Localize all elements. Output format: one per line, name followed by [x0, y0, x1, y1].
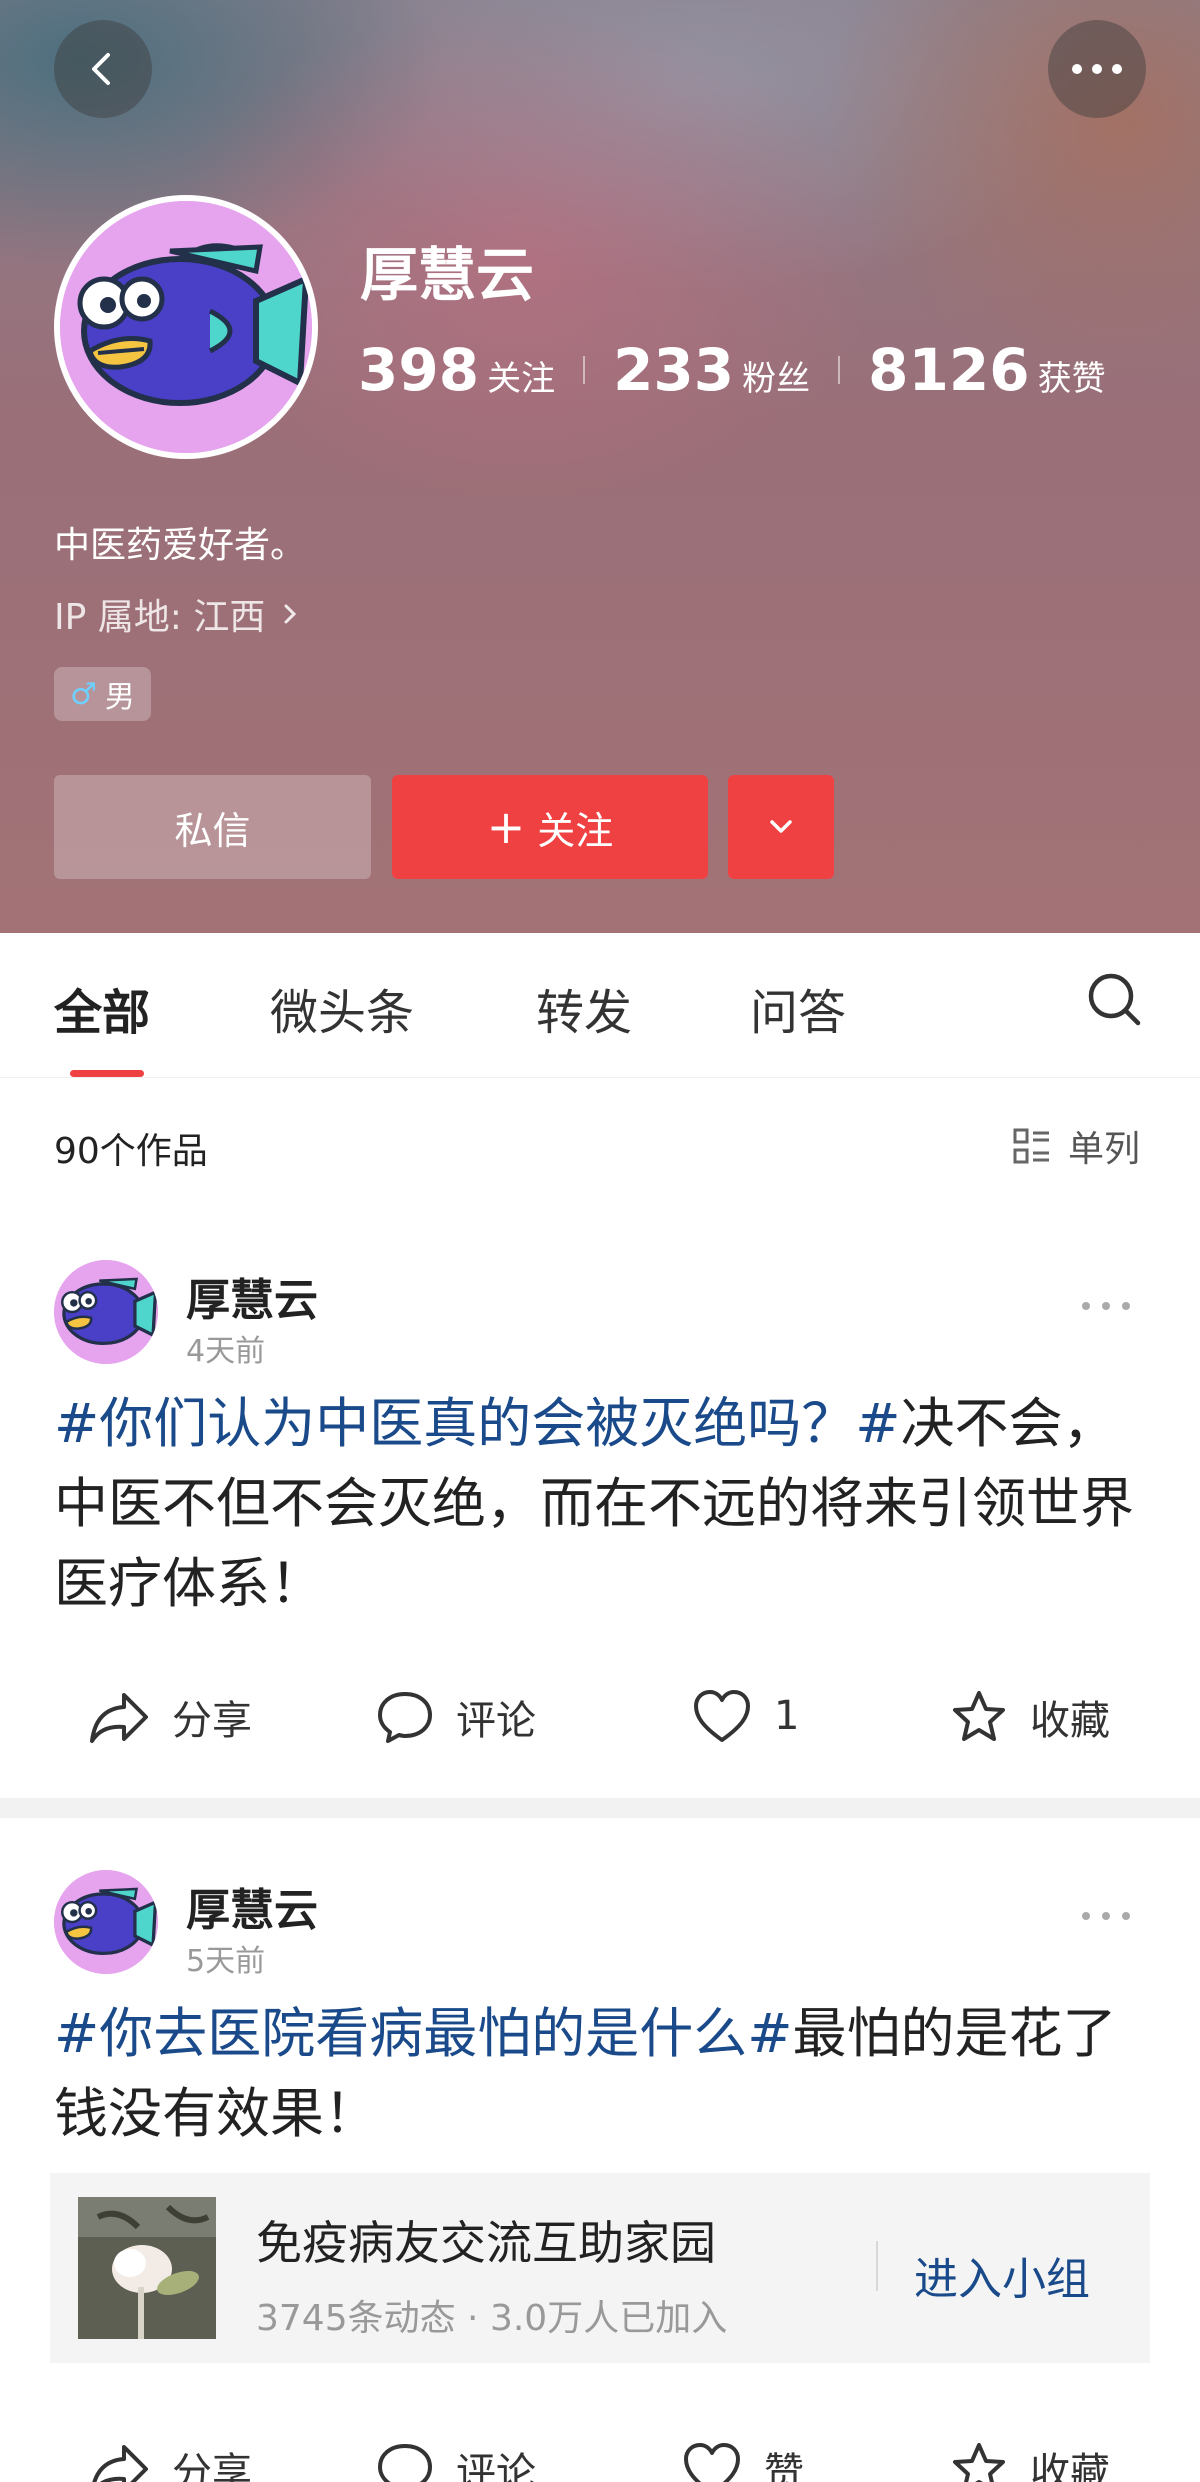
profile-header: 厚慧云 398 关注 233 粉丝 8126 获赞 中医药爱好者。 IP 属地:…	[0, 0, 1200, 933]
post-action-bar: 分享 评论 赞 收藏	[0, 2430, 1200, 2482]
fish-avatar-icon	[54, 1870, 158, 1974]
star-icon	[953, 1691, 1005, 1741]
post-author-name[interactable]: 厚慧云	[186, 1874, 318, 1938]
ip-location-text: IP 属地: 江西	[54, 597, 266, 638]
post-body[interactable]: #你去医院看病最怕的是什么#最怕的是花了钱没有效果！	[54, 1994, 1154, 2154]
comment-label: 评论	[456, 1698, 536, 1744]
post-more-button[interactable]	[1080, 1886, 1132, 1932]
share-arrow-icon	[90, 1693, 148, 1743]
post-more-button[interactable]	[1080, 1276, 1132, 1322]
more-button[interactable]	[1048, 20, 1146, 118]
ip-location[interactable]: IP 属地: 江西	[54, 588, 305, 640]
post-author-avatar[interactable]	[54, 1870, 158, 1974]
profile-stats: 398 关注 233 粉丝 8126 获赞	[358, 336, 1106, 404]
active-tab-indicator	[70, 1070, 144, 1077]
favorite-button[interactable]: 收藏	[950, 2440, 1110, 2482]
works-summary-row: 90个作品 单列	[0, 1078, 1200, 1208]
comment-label: 评论	[456, 2450, 536, 2482]
likes-count: 8126	[868, 336, 1030, 404]
post-action-bar: 分享 评论 1 收藏	[0, 1678, 1200, 1758]
heart-icon	[694, 1690, 750, 1742]
profile-avatar[interactable]	[54, 195, 318, 459]
gender-tag: ♂ 男	[54, 667, 151, 721]
share-label: 分享	[172, 1698, 252, 1744]
star-icon	[953, 2443, 1005, 2482]
message-button[interactable]: 私信	[54, 775, 371, 879]
chevron-down-icon	[770, 820, 792, 833]
tab-reposts[interactable]: 转发	[536, 973, 632, 1043]
search-icon	[1088, 973, 1141, 1026]
post-time: 4天前	[186, 1334, 266, 1369]
like-button[interactable]: 赞	[682, 2440, 804, 2482]
comment-bubble-icon	[378, 2444, 432, 2482]
post-divider	[0, 1798, 1200, 1818]
likes-label: 获赞	[1037, 359, 1106, 399]
following-count[interactable]: 398	[358, 336, 479, 404]
list-layout-icon	[1013, 1128, 1049, 1164]
share-arrow-icon	[92, 2445, 148, 2482]
male-icon: ♂	[70, 676, 97, 712]
more-horizontal-icon	[1072, 64, 1122, 74]
post-body[interactable]: #你们认为中医真的会被灭绝吗？#决不会，中医不但不会灭绝，而在不远的将来引领世界…	[54, 1384, 1154, 1624]
post-card[interactable]: 厚慧云 4天前 #你们认为中医真的会被灭绝吗？#决不会，中医不但不会灭绝，而在不…	[0, 1208, 1200, 1798]
search-button[interactable]	[1085, 970, 1145, 1034]
comment-button[interactable]: 评论	[376, 1688, 536, 1746]
gender-label: 男	[104, 680, 135, 715]
more-horizontal-icon	[1082, 1302, 1130, 1310]
layout-toggle-label: 单列	[1068, 1129, 1141, 1170]
post-author-avatar[interactable]	[54, 1260, 158, 1364]
tab-all[interactable]: 全部	[54, 973, 150, 1043]
favorite-label: 收藏	[1030, 2450, 1110, 2482]
fish-avatar-icon	[54, 1260, 158, 1364]
join-group-button[interactable]: 进入小组	[914, 2243, 1090, 2307]
chevron-right-icon	[284, 604, 297, 624]
flower-photo-icon	[78, 2197, 216, 2339]
works-count: 90个作品	[54, 1131, 208, 1172]
stat-divider	[583, 356, 586, 384]
group-card[interactable]: 免疫病友交流互助家园 3745条动态 · 3.0万人已加入 进入小组	[50, 2173, 1150, 2363]
tab-micro-posts[interactable]: 微头条	[270, 973, 414, 1043]
group-divider	[876, 2241, 878, 2291]
followers-label[interactable]: 粉丝	[742, 351, 810, 400]
profile-bio: 中医药爱好者。	[54, 525, 307, 566]
favorite-button[interactable]: 收藏	[950, 1688, 1110, 1746]
share-label: 分享	[172, 2450, 252, 2482]
content-tabs: 全部 微头条 转发 问答	[0, 933, 1200, 1078]
following-label[interactable]: 关注	[487, 351, 555, 400]
more-horizontal-icon	[1082, 1912, 1130, 1920]
chevron-left-icon	[92, 53, 110, 85]
comment-bubble-icon	[378, 1692, 432, 1743]
followers-count[interactable]: 233	[613, 336, 734, 404]
post-time: 5天前	[186, 1944, 266, 1979]
post-hashtag[interactable]: #你们认为中医真的会被灭绝吗？#	[54, 1392, 901, 1455]
follow-button[interactable]: + 关注	[392, 775, 708, 879]
heart-icon	[684, 2443, 740, 2482]
comment-button[interactable]: 评论	[376, 2440, 536, 2482]
group-name: 免疫病友交流互助家园	[256, 2216, 716, 2270]
back-button[interactable]	[54, 20, 152, 118]
like-button[interactable]: 1	[692, 1688, 799, 1744]
fish-avatar-icon	[60, 201, 312, 453]
stat-divider	[838, 356, 841, 384]
post-card[interactable]: 厚慧云 5天前 #你去医院看病最怕的是什么#最怕的是花了钱没有效果！ 分享 评论…	[0, 1818, 1200, 2482]
post-author-name[interactable]: 厚慧云	[186, 1264, 318, 1328]
like-count: 1	[774, 1693, 800, 1739]
follow-label: 关注	[537, 808, 614, 853]
tab-qa[interactable]: 问答	[750, 973, 846, 1043]
share-button[interactable]: 分享	[88, 1688, 252, 1746]
recommend-dropdown-button[interactable]	[728, 775, 834, 879]
layout-toggle[interactable]: 单列	[1012, 1120, 1140, 1172]
profile-username: 厚慧云	[360, 241, 535, 309]
favorite-label: 收藏	[1030, 1698, 1110, 1744]
share-button[interactable]: 分享	[88, 2440, 252, 2482]
group-meta: 3745条动态 · 3.0万人已加入	[256, 2298, 728, 2339]
post-hashtag[interactable]: #你去医院看病最怕的是什么#	[54, 2002, 793, 2065]
group-thumbnail	[78, 2197, 216, 2339]
plus-icon: +	[486, 800, 526, 854]
like-label: 赞	[764, 2450, 804, 2482]
